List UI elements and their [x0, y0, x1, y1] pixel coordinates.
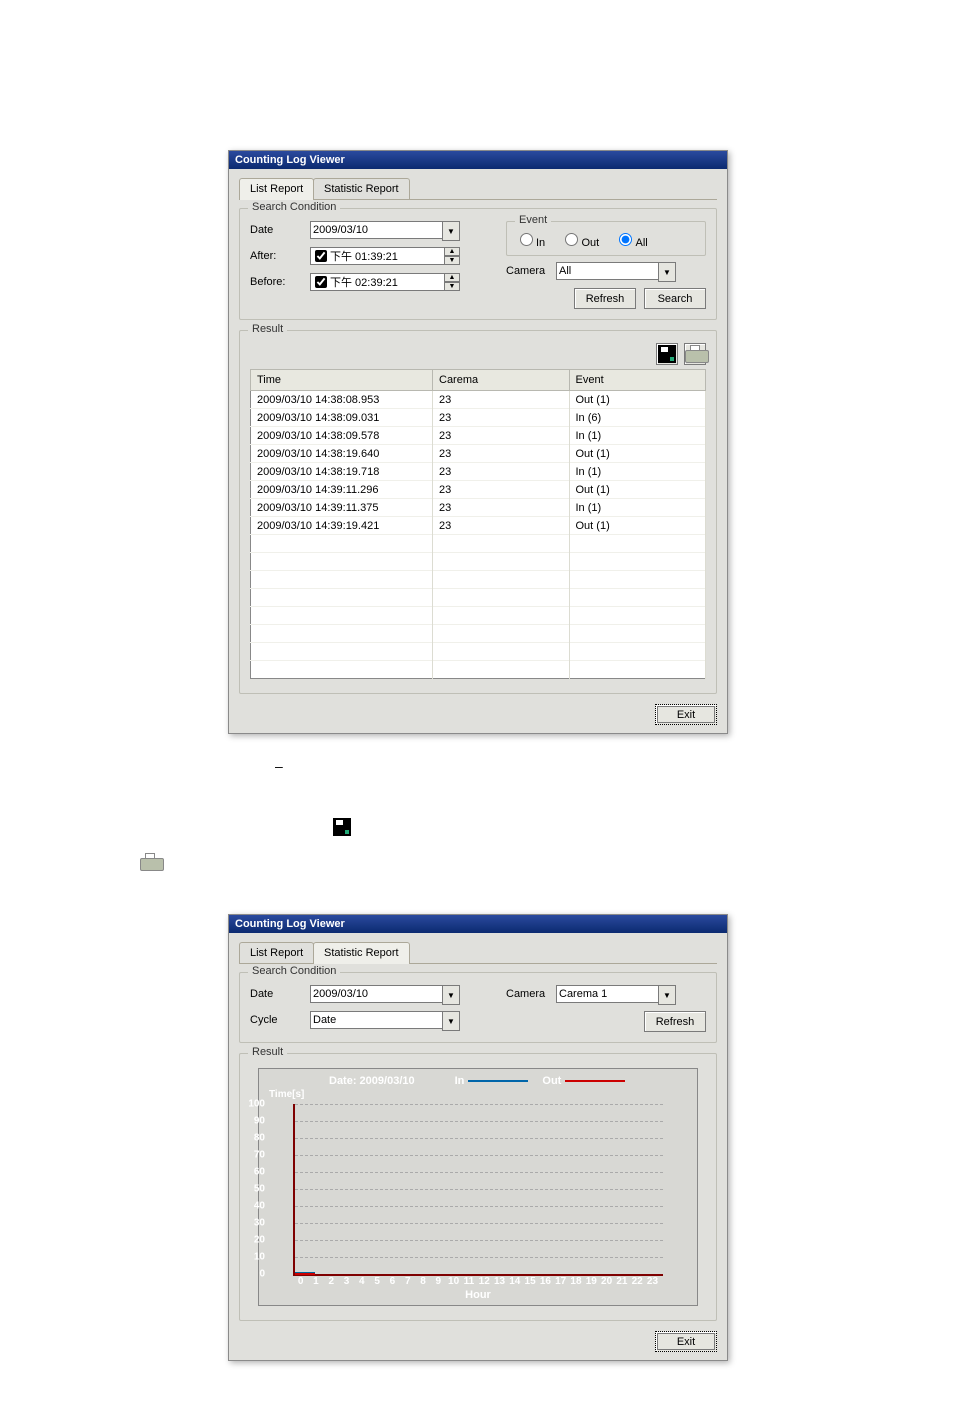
cycle-combo[interactable] — [310, 1011, 460, 1029]
result-group: Result Time Carema Event 2009/03/10 14:3… — [239, 330, 717, 694]
label-camera: Camera — [506, 988, 556, 1000]
col-time[interactable]: Time — [251, 370, 433, 391]
spin-up-icon[interactable]: ▲ — [444, 247, 460, 256]
refresh-button[interactable]: Refresh — [574, 288, 636, 309]
table-row — [251, 571, 706, 589]
chart: Date: 2009/03/10 In Out Time[s] 01020304… — [258, 1068, 698, 1306]
table-row[interactable]: 2009/03/10 14:38:09.03123In (6) — [251, 409, 706, 427]
table-row — [251, 625, 706, 643]
radio-in[interactable]: In — [515, 237, 545, 249]
table-row — [251, 535, 706, 553]
label-date: Date — [250, 988, 310, 1000]
date-input[interactable] — [310, 221, 460, 239]
save-icon[interactable] — [656, 343, 678, 365]
tabs: List Report Statistic Report — [239, 941, 717, 964]
table-row[interactable]: 2009/03/10 14:39:11.37523In (1) — [251, 499, 706, 517]
group-title-result: Result — [248, 323, 287, 335]
label-after: After: — [250, 250, 310, 262]
table-row — [251, 643, 706, 661]
table-row — [251, 553, 706, 571]
counting-log-viewer-dialog-2: Counting Log Viewer List Report Statisti… — [228, 914, 728, 1361]
floppy-icon — [333, 818, 351, 836]
before-enabled-checkbox[interactable] — [315, 276, 327, 288]
series-out-line — [295, 1273, 315, 1275]
window-title: Counting Log Viewer — [229, 151, 727, 169]
legend-line-out — [565, 1080, 625, 1082]
result-group: Result Date: 2009/03/10 In Out — [239, 1053, 717, 1321]
group-title-search: Search Condition — [248, 965, 340, 977]
search-condition-group: Search Condition Date ▼ Cycle — [239, 972, 717, 1043]
table-row[interactable]: 2009/03/10 14:39:19.42123Out (1) — [251, 517, 706, 535]
exit-button[interactable]: Exit — [655, 704, 717, 725]
radio-all[interactable]: All — [614, 237, 647, 249]
y-ticks: 0102030405060708090100 — [269, 1104, 293, 1274]
radio-out[interactable]: Out — [560, 237, 599, 249]
search-condition-group: Search Condition Date ▼ After: — [239, 208, 717, 320]
table-row[interactable]: 2009/03/10 14:38:19.64023Out (1) — [251, 445, 706, 463]
date-input[interactable] — [310, 985, 460, 1003]
legend-out: Out — [542, 1075, 625, 1087]
table-row — [251, 607, 706, 625]
search-button[interactable]: Search — [644, 288, 706, 309]
legend-in: In — [455, 1075, 529, 1087]
tab-statistic-report[interactable]: Statistic Report — [313, 178, 410, 199]
result-table: Time Carema Event 2009/03/10 14:38:08.95… — [250, 369, 706, 679]
chart-title: Date: 2009/03/10 — [329, 1075, 415, 1087]
y-axis-label: Time[s] — [269, 1089, 687, 1100]
table-row[interactable]: 2009/03/10 14:38:09.57823In (1) — [251, 427, 706, 445]
x-axis-label: Hour — [269, 1289, 687, 1301]
counting-log-viewer-dialog: Counting Log Viewer List Report Statisti… — [228, 150, 728, 734]
label-date: Date — [250, 224, 310, 236]
tabs: List Report Statistic Report — [239, 177, 717, 200]
exit-button[interactable]: Exit — [655, 1331, 717, 1352]
window-title: Counting Log Viewer — [229, 915, 727, 933]
label-before: Before: — [250, 276, 310, 288]
table-row[interactable]: 2009/03/10 14:39:11.29623Out (1) — [251, 481, 706, 499]
legend-line-in — [468, 1080, 528, 1082]
camera-combo[interactable] — [556, 985, 676, 1003]
group-title-result: Result — [248, 1046, 287, 1058]
x-ticks: 01234567891011121314151617181920212223 — [293, 1276, 660, 1287]
camera-combo[interactable] — [556, 262, 676, 280]
after-enabled-checkbox[interactable] — [315, 250, 327, 262]
tab-statistic-report[interactable]: Statistic Report — [313, 942, 410, 964]
after-time-input[interactable]: 下午 01:39:21 — [330, 248, 398, 264]
table-row[interactable]: 2009/03/10 14:38:08.95323Out (1) — [251, 391, 706, 409]
group-title-search: Search Condition — [248, 201, 340, 213]
spin-up-icon[interactable]: ▲ — [444, 273, 460, 282]
before-time-input[interactable]: 下午 02:39:21 — [330, 274, 398, 290]
col-event[interactable]: Event — [569, 370, 706, 391]
table-row — [251, 661, 706, 679]
label-camera: Camera — [506, 265, 556, 277]
refresh-button[interactable]: Refresh — [644, 1011, 706, 1032]
spin-down-icon[interactable]: ▼ — [444, 282, 460, 291]
label-cycle: Cycle — [250, 1014, 310, 1026]
group-title-event: Event — [515, 214, 551, 226]
tab-list-report[interactable]: List Report — [239, 178, 314, 200]
dash-char: – — [275, 758, 954, 774]
table-row — [251, 589, 706, 607]
tab-list-report[interactable]: List Report — [239, 942, 314, 963]
plot-area — [293, 1104, 663, 1276]
col-camera[interactable]: Carema — [433, 370, 570, 391]
print-icon[interactable] — [684, 343, 706, 365]
table-row[interactable]: 2009/03/10 14:38:19.71823In (1) — [251, 463, 706, 481]
printer-icon — [140, 853, 162, 871]
spin-down-icon[interactable]: ▼ — [444, 256, 460, 265]
